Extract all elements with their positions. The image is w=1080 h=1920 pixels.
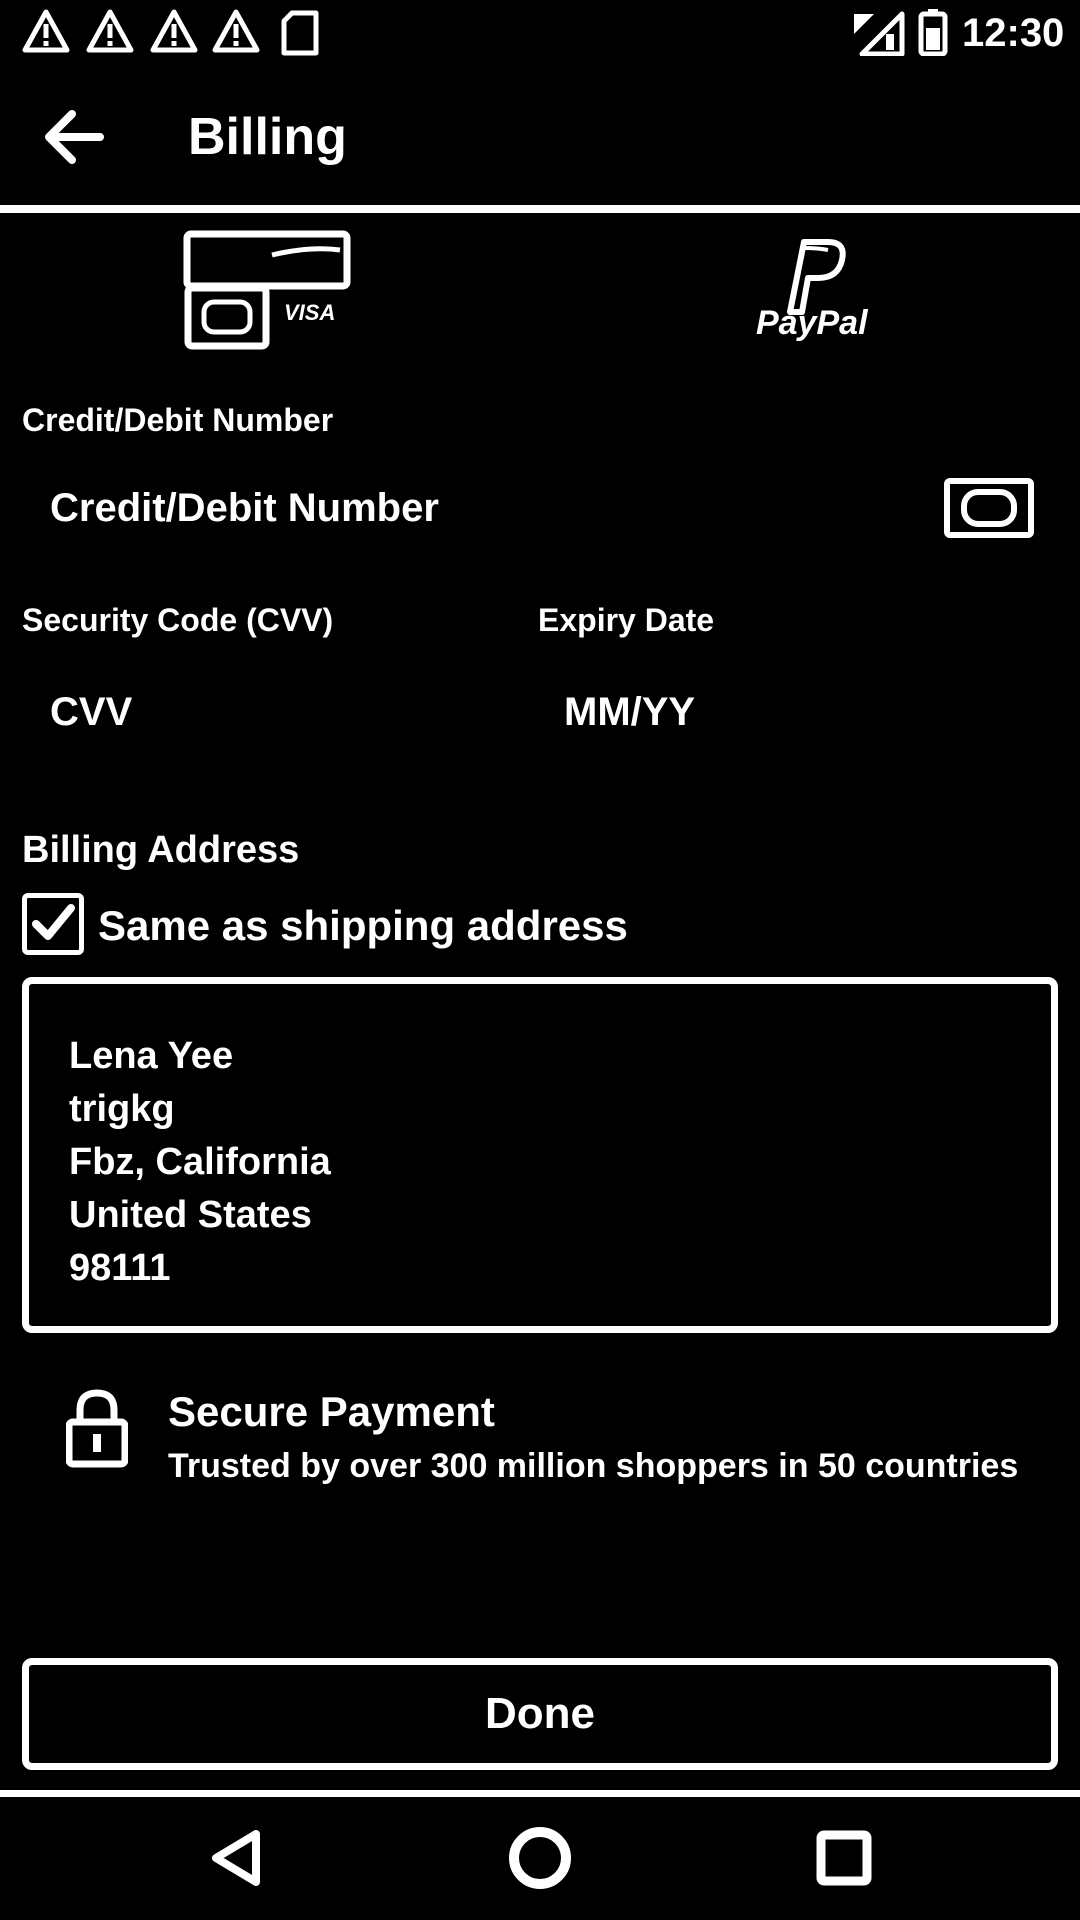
address-line-name: Lena Yee	[69, 1035, 234, 1077]
same-as-shipping-label[interactable]: Same as shipping address	[98, 898, 628, 954]
lock-icon	[65, 1388, 129, 1468]
status-clock: 12:30	[962, 11, 1065, 55]
arrow-left-icon	[45, 110, 104, 164]
address-line-city-state: Fbz, California	[69, 1141, 331, 1183]
secure-payment-subtitle: Trusted by over 300 million shoppers in …	[168, 1447, 1019, 1485]
card-scan-icon[interactable]	[944, 478, 1034, 538]
credit-card-icon	[183, 230, 351, 350]
warning-icon	[212, 8, 260, 54]
warning-icon	[22, 8, 70, 54]
billing-address-heading: Billing Address	[22, 829, 300, 871]
card-number-label: Credit/Debit Number	[22, 402, 334, 438]
cvv-label: Security Code (CVV)	[22, 602, 334, 638]
sd-card-icon	[280, 10, 320, 56]
address-line-zip: 98111	[69, 1247, 171, 1289]
tab-paypal-label: PayPal	[756, 304, 868, 342]
header-divider	[0, 205, 1080, 213]
card-number-input[interactable]: Credit/Debit Number	[50, 478, 439, 538]
nav-back-icon[interactable]	[206, 1828, 266, 1888]
expiry-label: Expiry Date	[538, 602, 715, 638]
warning-icon	[86, 8, 134, 54]
tab-credit-card[interactable]: VISA	[140, 220, 400, 355]
status-bar: 12:30	[0, 0, 1080, 66]
secure-payment-title: Secure Payment	[168, 1388, 495, 1435]
warning-icon	[150, 8, 198, 54]
tab-paypal[interactable]: PayPal	[700, 220, 940, 355]
battery-icon	[918, 8, 948, 57]
nav-divider	[0, 1790, 1080, 1797]
check-icon	[32, 904, 75, 940]
nav-home-icon[interactable]	[508, 1826, 572, 1890]
done-button[interactable]: Done	[22, 1658, 1058, 1770]
address-card: Lena Yee trigkg Fbz, California United S…	[22, 977, 1058, 1333]
cvv-input[interactable]: CVV	[50, 682, 132, 742]
address-line-street: trigkg	[69, 1088, 175, 1130]
expiry-input[interactable]: MM/YY	[564, 682, 695, 742]
tab-card-label: VISA	[284, 300, 336, 325]
same-as-shipping-checkbox[interactable]	[22, 893, 84, 955]
nav-recents-icon[interactable]	[816, 1830, 872, 1886]
page-title: Billing	[188, 108, 347, 166]
address-line-country: United States	[69, 1194, 312, 1236]
back-button[interactable]	[40, 104, 106, 170]
signal-icon	[850, 10, 906, 57]
